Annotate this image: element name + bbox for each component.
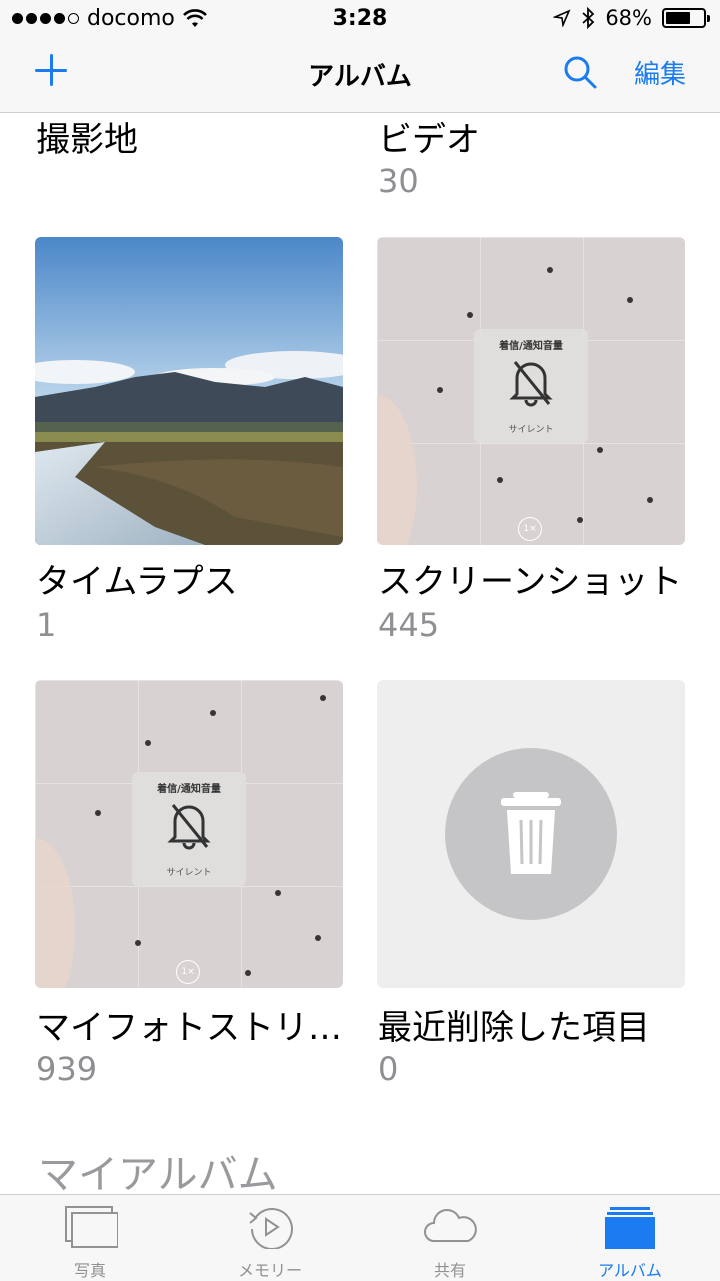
bell-slash-icon (509, 361, 553, 407)
album-title-places[interactable]: 撮影地 (36, 112, 138, 161)
album-thumb-recently-deleted[interactable] (377, 680, 685, 988)
search-icon[interactable] (562, 54, 598, 90)
album-count-recently-deleted: 0 (378, 1050, 399, 1088)
album-grid: 撮影地 ビデオ 30 タイムラプス 1 着信/通知音量 サイレント 1× スクリ… (0, 112, 720, 1194)
silent-mode-overlay: 着信/通知音量 サイレント (474, 329, 588, 443)
memories-icon (249, 1208, 293, 1249)
landscape-photo (35, 237, 343, 545)
photos-icon (65, 1206, 118, 1248)
bell-slash-icon (167, 804, 211, 850)
silent-mode-overlay: 着信/通知音量 サイレント (132, 772, 246, 886)
edit-button[interactable]: 編集 (634, 54, 686, 91)
photostream-preview: 着信/通知音量 サイレント 1× (35, 680, 343, 988)
tab-shared[interactable]: 共有 (360, 1195, 540, 1281)
tab-label: メモリー (237, 1261, 302, 1280)
tab-photos[interactable]: 写真 (0, 1195, 180, 1281)
albums-icon (605, 1207, 655, 1249)
cloud-icon (424, 1209, 477, 1242)
album-count-timelapse: 1 (36, 606, 57, 644)
trash-circle (445, 748, 617, 920)
battery-level (666, 12, 691, 24)
tab-memories[interactable]: メモリー (180, 1195, 360, 1281)
page-title: アルバム (308, 62, 412, 92)
navigation-bar: アルバム 編集 (0, 38, 720, 113)
screenshot-preview: 着信/通知音量 サイレント 1× (377, 237, 685, 545)
section-title-my-albums: マイアルバム (38, 1152, 278, 1194)
battery-percent: 68% (605, 6, 652, 30)
bluetooth-icon (582, 7, 595, 29)
battery-icon (662, 8, 710, 28)
trash-icon (501, 792, 561, 874)
album-thumb-timelapse[interactable] (35, 237, 343, 545)
album-title-photostream[interactable]: マイフォトストリ… (36, 1000, 342, 1049)
tab-label: アルバム (598, 1261, 662, 1280)
tab-bar: 写真 メモリー 共有 アルバム (0, 1194, 720, 1281)
tab-label: 共有 (433, 1261, 466, 1280)
tab-albums[interactable]: アルバム (540, 1195, 720, 1281)
zoom-badge: 1× (176, 960, 200, 984)
status-bar: docomo 3:28 68% (0, 0, 720, 38)
album-title-screenshots[interactable]: スクリーンショット (378, 554, 682, 603)
album-count-videos: 30 (378, 162, 419, 200)
album-title-timelapse[interactable]: タイムラプス (36, 554, 238, 603)
album-thumb-screenshots[interactable]: 着信/通知音量 サイレント 1× (377, 237, 685, 545)
album-title-videos[interactable]: ビデオ (378, 112, 480, 161)
location-arrow-icon (553, 9, 571, 27)
tab-label: 写真 (73, 1261, 106, 1280)
status-right: 68% (553, 6, 710, 30)
album-count-screenshots: 445 (378, 606, 440, 644)
recently-deleted-placeholder (377, 680, 685, 988)
zoom-badge: 1× (518, 517, 542, 541)
album-title-recently-deleted[interactable]: 最近削除した項目 (378, 1000, 650, 1049)
album-count-photostream: 939 (36, 1050, 98, 1088)
album-thumb-photostream[interactable]: 着信/通知音量 サイレント 1× (35, 680, 343, 988)
